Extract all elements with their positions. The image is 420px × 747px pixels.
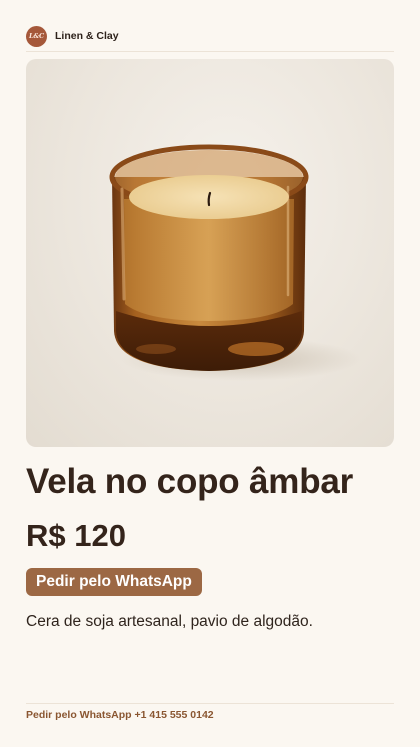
product-image bbox=[26, 59, 394, 447]
amber-candle-jar-image bbox=[109, 144, 361, 381]
footer-divider bbox=[26, 703, 394, 704]
product-price: R$ 120 bbox=[26, 518, 126, 553]
product-title: Vela no copo âmbar bbox=[26, 462, 354, 501]
product-description: Cera de soja artesanal, pavio de algodão… bbox=[26, 613, 313, 630]
brand-name[interactable]: Linen & Clay bbox=[55, 30, 119, 42]
brand-logo-text: L&C bbox=[28, 32, 44, 40]
brand-logo[interactable]: L&C bbox=[26, 25, 47, 47]
header-divider bbox=[26, 51, 394, 52]
header: L&C Linen & Clay bbox=[26, 24, 394, 48]
order-whatsapp-button[interactable]: Pedir pelo WhatsApp bbox=[26, 568, 202, 596]
footer-whatsapp-link[interactable]: Pedir pelo WhatsApp +1 415 555 0142 bbox=[26, 709, 214, 721]
